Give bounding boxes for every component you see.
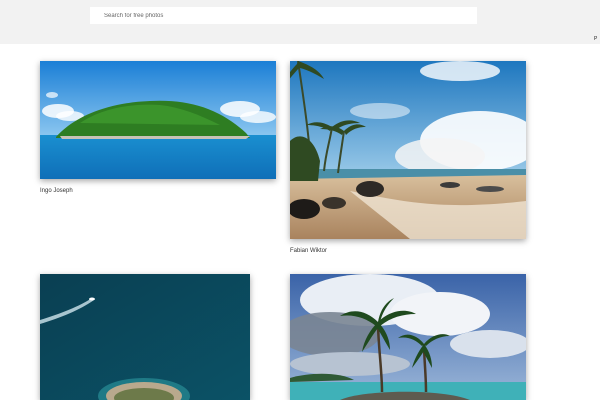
top-bar — [0, 0, 600, 44]
header-corner-label[interactable]: P — [594, 36, 597, 42]
photo-card-palms[interactable] — [290, 274, 526, 400]
photo-card-beach[interactable] — [290, 61, 526, 239]
palms-photo-image — [290, 274, 526, 400]
aerial-photo-image — [40, 274, 250, 400]
island-photo-image — [40, 61, 276, 179]
photo-caption-island[interactable]: Ingo Joseph — [40, 188, 73, 194]
beach-photo-image — [290, 61, 526, 239]
photo-card-island[interactable] — [40, 61, 276, 179]
photo-caption-beach[interactable]: Fabian Wiktor — [290, 248, 327, 254]
search-input[interactable] — [90, 7, 477, 24]
photo-card-aerial[interactable] — [40, 274, 250, 400]
